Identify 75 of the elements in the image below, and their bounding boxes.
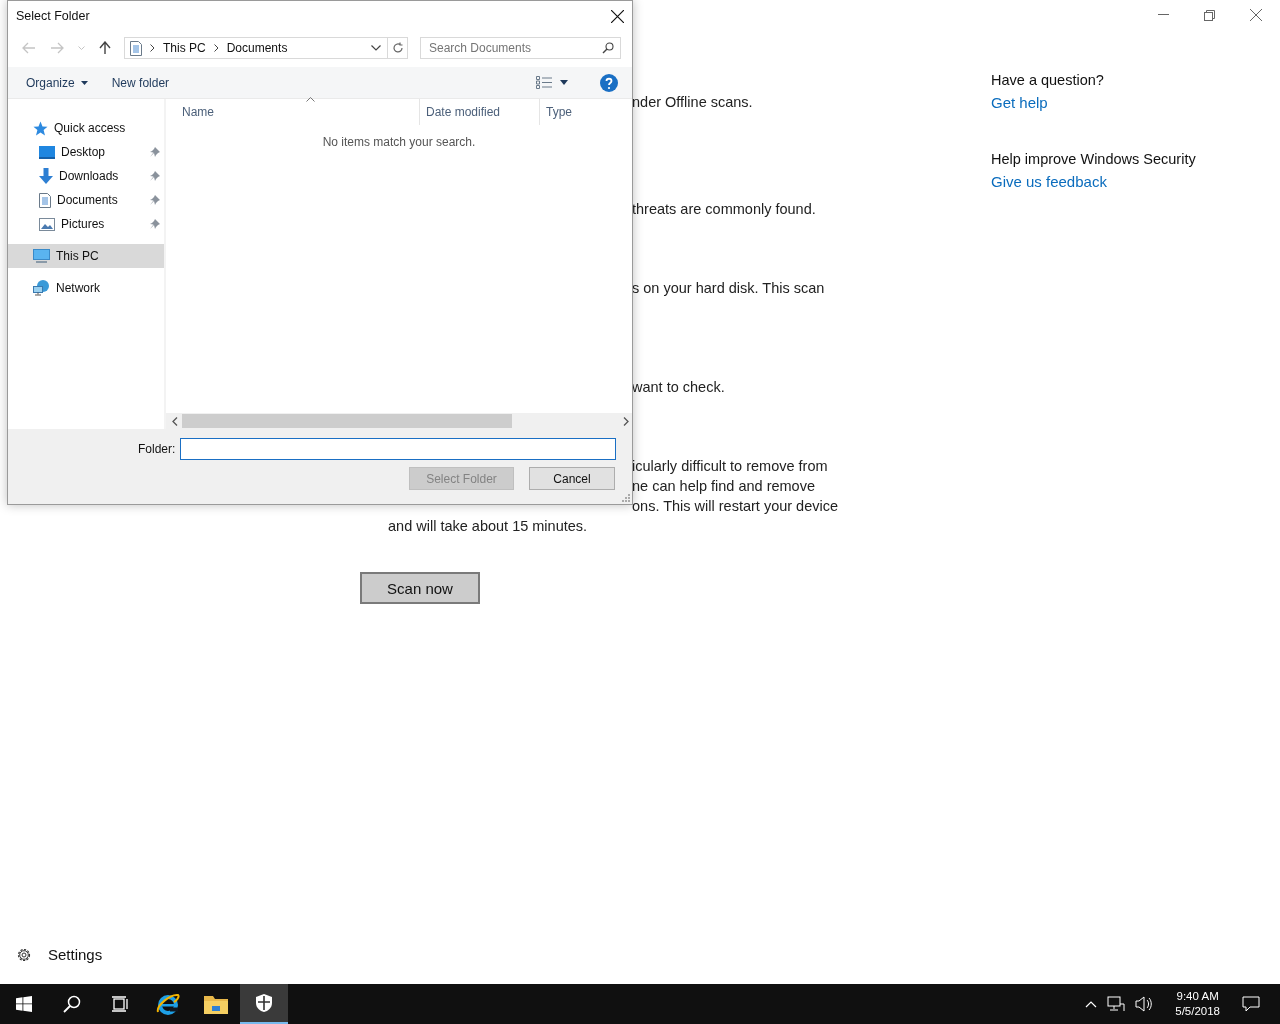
resize-grip-icon[interactable] <box>622 494 630 502</box>
nav-item[interactable]: Downloads <box>8 164 164 188</box>
chevron-right-icon[interactable] <box>150 44 155 52</box>
star-icon <box>33 120 48 136</box>
nav-item[interactable]: This PC <box>8 244 164 268</box>
clock-time[interactable]: 9:40 AM <box>1176 989 1219 1004</box>
dropdown-caret-icon[interactable] <box>560 80 568 85</box>
network-icon <box>33 280 50 296</box>
nav-item[interactable]: Pictures <box>8 212 164 236</box>
help-icon[interactable] <box>600 73 618 92</box>
section-heading: Have a question? <box>991 72 1104 88</box>
windows-logo-icon <box>16 996 32 1012</box>
restore-icon[interactable] <box>1204 9 1215 21</box>
column-header[interactable]: Type <box>540 99 572 125</box>
description-text: icularly difficult to remove from <box>632 457 828 476</box>
close-icon[interactable] <box>611 9 624 23</box>
help-link[interactable]: Give us feedback <box>991 173 1107 190</box>
column-header[interactable]: Date modified <box>420 99 540 125</box>
document-icon <box>39 192 51 208</box>
nav-item[interactable]: Desktop <box>8 140 164 164</box>
document-icon <box>130 40 142 56</box>
folder-icon <box>204 994 228 1014</box>
up-arrow-icon[interactable] <box>99 41 111 55</box>
scroll-right-icon[interactable] <box>623 416 629 426</box>
organize-button[interactable]: Organize <box>18 71 96 94</box>
scroll-left-icon[interactable] <box>172 416 178 426</box>
breadcrumb[interactable]: This PC <box>163 41 206 55</box>
description-text: ons. This will restart your device <box>632 497 839 516</box>
breadcrumb[interactable]: Documents <box>226 41 288 55</box>
dialog-button[interactable]: Cancel <box>529 467 615 490</box>
description-text: threats are commonly found. <box>632 200 816 219</box>
scrollbar-thumb[interactable] <box>182 414 512 428</box>
view-list-icon[interactable] <box>536 76 552 89</box>
column-header[interactable]: Name <box>166 99 420 125</box>
volume-icon[interactable] <box>1135 996 1154 1012</box>
caret-down-icon <box>80 80 88 85</box>
search-field[interactable]: Search Documents <box>420 37 621 59</box>
sort-caret-icon <box>306 97 315 102</box>
folder-input[interactable] <box>180 438 617 460</box>
address-bar[interactable]: This PC Documents <box>124 37 388 59</box>
notification-icon[interactable] <box>1242 996 1260 1012</box>
folder-label: Folder: <box>138 442 176 456</box>
shield-icon <box>255 993 273 1013</box>
search-icon <box>63 995 81 1013</box>
minimize-icon[interactable] <box>1158 14 1169 16</box>
settings-icon[interactable] <box>16 946 32 963</box>
chevron-right-icon[interactable] <box>213 44 219 52</box>
help-link[interactable]: Get help <box>991 94 1048 111</box>
empty-message: No items match your search. <box>321 135 477 149</box>
settings-link[interactable]: Settings <box>48 946 103 963</box>
description-text: nder Offline scans. <box>632 93 753 112</box>
chevron-up-icon[interactable] <box>1085 1000 1098 1008</box>
nav-item[interactable]: Network <box>8 276 164 300</box>
download-arrow-icon <box>39 168 53 184</box>
new-folder-button[interactable]: New folder <box>103 71 178 94</box>
browser-icon <box>156 992 180 1016</box>
description-text: ne can help find and remove <box>632 477 815 496</box>
description-text: and will take about 15 minutes. <box>388 517 588 536</box>
dialog-title: Select Folder <box>16 9 90 23</box>
search-icon <box>602 42 614 54</box>
scan-now-button[interactable]: Scan now <box>360 572 480 604</box>
pictures-icon <box>39 217 55 231</box>
chevron-down-icon[interactable] <box>371 45 381 51</box>
nav-item[interactable]: Documents <box>8 188 164 212</box>
computer-icon <box>33 248 50 264</box>
description-text: want to check. <box>632 378 725 397</box>
network-icon[interactable] <box>1107 996 1126 1012</box>
desktop-icon <box>39 145 55 159</box>
task-view-icon <box>111 996 129 1012</box>
refresh-icon[interactable] <box>391 42 404 54</box>
section-heading: Help improve Windows Security <box>991 151 1196 167</box>
nav-item[interactable]: Quick access <box>8 116 164 140</box>
clock-date[interactable]: 5/5/2018 <box>1175 1004 1220 1019</box>
description-text: s on your hard disk. This scan <box>632 279 825 298</box>
taskbar-button[interactable] <box>240 984 288 1024</box>
